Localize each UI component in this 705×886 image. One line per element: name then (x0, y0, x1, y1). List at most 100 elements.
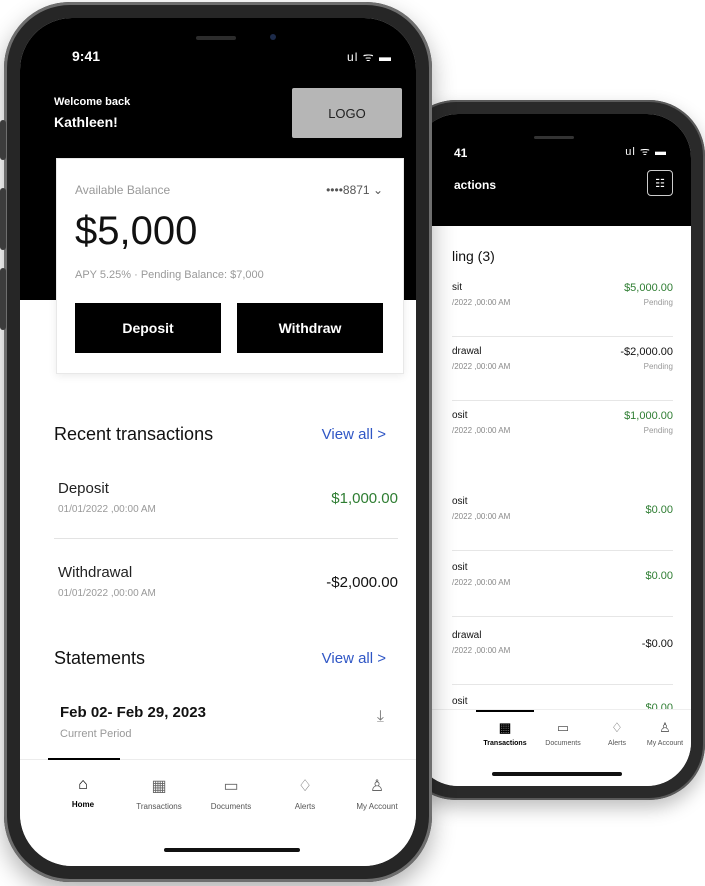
status-time: 9:41 (72, 48, 101, 64)
transactions-header: 41 ul ᯤ ▬ actions ☷ (414, 114, 691, 226)
transaction-date: 01/01/2022 ,00:00 AM (58, 504, 156, 515)
welcome-text: Welcome back (54, 96, 131, 108)
transaction-amount: -$0.00 (641, 638, 673, 650)
folder-icon: ▭ (223, 778, 239, 795)
transaction-row[interactable]: Deposit 01/01/2022 ,00:00 AM $1,000.00 (54, 470, 398, 540)
transaction-date: /2022 ,00:00 AM (452, 298, 511, 307)
user-name: Kathleen! (54, 114, 118, 130)
filter-icon[interactable]: ☷ (647, 170, 673, 196)
logo-placeholder: LOGO (292, 88, 402, 138)
volume-down-button (0, 268, 6, 330)
transaction-row[interactable]: osit /2022 ,00:00 AM $0.00 (452, 488, 673, 551)
tab-label: Transactions (136, 802, 182, 811)
tab-label: Home (71, 800, 95, 809)
transaction-row[interactable]: osit /2022 ,00:00 AM $1,000.00 Pending (452, 402, 673, 464)
tab-label: Transactions (483, 740, 527, 747)
tab-label: Alerts (608, 740, 626, 747)
tab-transactions[interactable]: ▦ Transactions (120, 776, 198, 811)
tab-label: My Account (356, 802, 398, 811)
transaction-amount: -$2,000.00 (326, 574, 398, 591)
transaction-date: /2022 ,00:00 AM (452, 646, 511, 655)
transaction-date: /2022 ,00:00 AM (452, 512, 511, 521)
divider (54, 538, 398, 539)
pending-section-title: ling (3) (452, 248, 495, 264)
tab-documents[interactable]: ▭ Documents (534, 720, 592, 747)
tab-label: Documents (210, 802, 252, 811)
transaction-date: /2022 ,00:00 AM (452, 426, 511, 435)
tab-home[interactable]: ⌂ Home (44, 776, 122, 809)
account-selector[interactable]: ••••8871 ⌄ (326, 183, 383, 197)
transaction-date: 01/01/2022 ,00:00 AM (58, 588, 156, 599)
notch (504, 128, 624, 154)
transaction-name: Withdrawal (58, 564, 133, 581)
balance-amount: $5,000 (75, 209, 198, 253)
transaction-name: osit (452, 496, 468, 507)
transaction-name: drawal (452, 630, 482, 641)
transaction-amount: $5,000.00 (624, 282, 673, 294)
tab-my-account[interactable]: ♙ My Account (338, 776, 416, 811)
camera (270, 34, 276, 40)
calendar-icon: ▦ (498, 720, 512, 735)
transaction-status: Pending (643, 426, 673, 435)
recent-view-all-link[interactable]: View all > (322, 426, 386, 443)
transaction-amount: $1,000.00 (331, 490, 398, 507)
notch (148, 18, 288, 48)
front-phone-frame: 9:41 ul ᯤ ▬ Welcome back Kathleen! LOGO … (0, 2, 432, 882)
home-screen: 9:41 ul ᯤ ▬ Welcome back Kathleen! LOGO … (20, 18, 416, 866)
tab-alerts[interactable]: ♢ Alerts (266, 776, 344, 811)
signal-wifi-battery-icon: ul ᯤ ▬ (347, 50, 392, 64)
tab-documents[interactable]: ▭ Documents (192, 776, 270, 811)
user-icon: ♙ (659, 720, 671, 735)
volume-up-button (0, 188, 6, 250)
user-icon: ♙ (369, 778, 385, 795)
balance-meta: APY 5.25% · Pending Balance: $7,000 (75, 269, 264, 281)
folder-icon: ▭ (556, 720, 570, 735)
mute-switch (0, 120, 6, 160)
transaction-date: /2022 ,00:00 AM (452, 578, 511, 587)
transaction-status: Pending (643, 298, 673, 307)
transaction-row[interactable]: sit /2022 ,00:00 AM $5,000.00 Pending (452, 274, 673, 337)
home-indicator (164, 848, 300, 852)
statement-period[interactable]: Feb 02- Feb 29, 2023 (60, 704, 206, 721)
download-icon[interactable]: ⤓ (377, 708, 384, 726)
tab-label: My Account (646, 740, 684, 747)
transaction-row[interactable]: Withdrawal 01/01/2022 ,00:00 AM -$2,000.… (54, 554, 398, 624)
tab-label: Alerts (294, 802, 316, 811)
home-indicator (492, 772, 622, 776)
withdraw-button[interactable]: Withdraw (237, 303, 383, 353)
transaction-amount: $0.00 (645, 570, 673, 582)
deposit-button[interactable]: Deposit (75, 303, 221, 353)
transaction-name: drawal (452, 346, 482, 357)
bell-icon: ♢ (297, 778, 313, 795)
tab-label: Documents (545, 740, 581, 747)
speaker (196, 36, 236, 40)
transaction-row[interactable]: drawal /2022 ,00:00 AM -$0.00 (452, 622, 673, 685)
balance-label: Available Balance (75, 183, 171, 197)
bottom-tab-bar: ⌂ Home ▦ Transactions ▭ Documents ♢ Aler… (20, 758, 416, 866)
balance-card: Available Balance ••••8871 ⌄ $5,000 APY … (56, 158, 404, 374)
transaction-status: Pending (643, 362, 673, 371)
transaction-name: osit (452, 410, 468, 421)
status-time: 41 (454, 146, 468, 160)
transaction-amount: $1,000.00 (624, 410, 673, 422)
transaction-date: /2022 ,00:00 AM (452, 362, 511, 371)
bottom-tab-bar: s ▦ Transactions ▭ Documents ♢ Alerts ♙ … (414, 709, 691, 786)
transaction-name: sit (452, 282, 462, 293)
tab-transactions[interactable]: ▦ Transactions (476, 720, 534, 747)
signal-wifi-battery-icon: ul ᯤ ▬ (625, 146, 667, 158)
transactions-screen: 41 ul ᯤ ▬ actions ☷ ling (3) sit /2022 ,… (414, 114, 691, 786)
back-phone-frame: 41 ul ᯤ ▬ actions ☷ ling (3) sit /2022 ,… (400, 100, 705, 800)
active-tab-indicator (48, 758, 120, 760)
transaction-name: Deposit (58, 480, 109, 497)
transaction-row[interactable]: drawal /2022 ,00:00 AM -$2,000.00 Pendin… (452, 338, 673, 401)
statements-title: Statements (54, 648, 146, 668)
statements-view-all-link[interactable]: View all > (322, 650, 386, 667)
active-tab-indicator (476, 710, 534, 712)
tab-my-account[interactable]: ♙ My Account (636, 720, 691, 747)
transaction-row[interactable]: osit /2022 ,00:00 AM $0.00 (452, 554, 673, 617)
page-title: actions (454, 178, 497, 192)
transaction-amount: -$2,000.00 (620, 346, 673, 358)
home-icon: ⌂ (78, 776, 88, 793)
speaker (534, 136, 574, 139)
transaction-name: osit (452, 696, 468, 707)
